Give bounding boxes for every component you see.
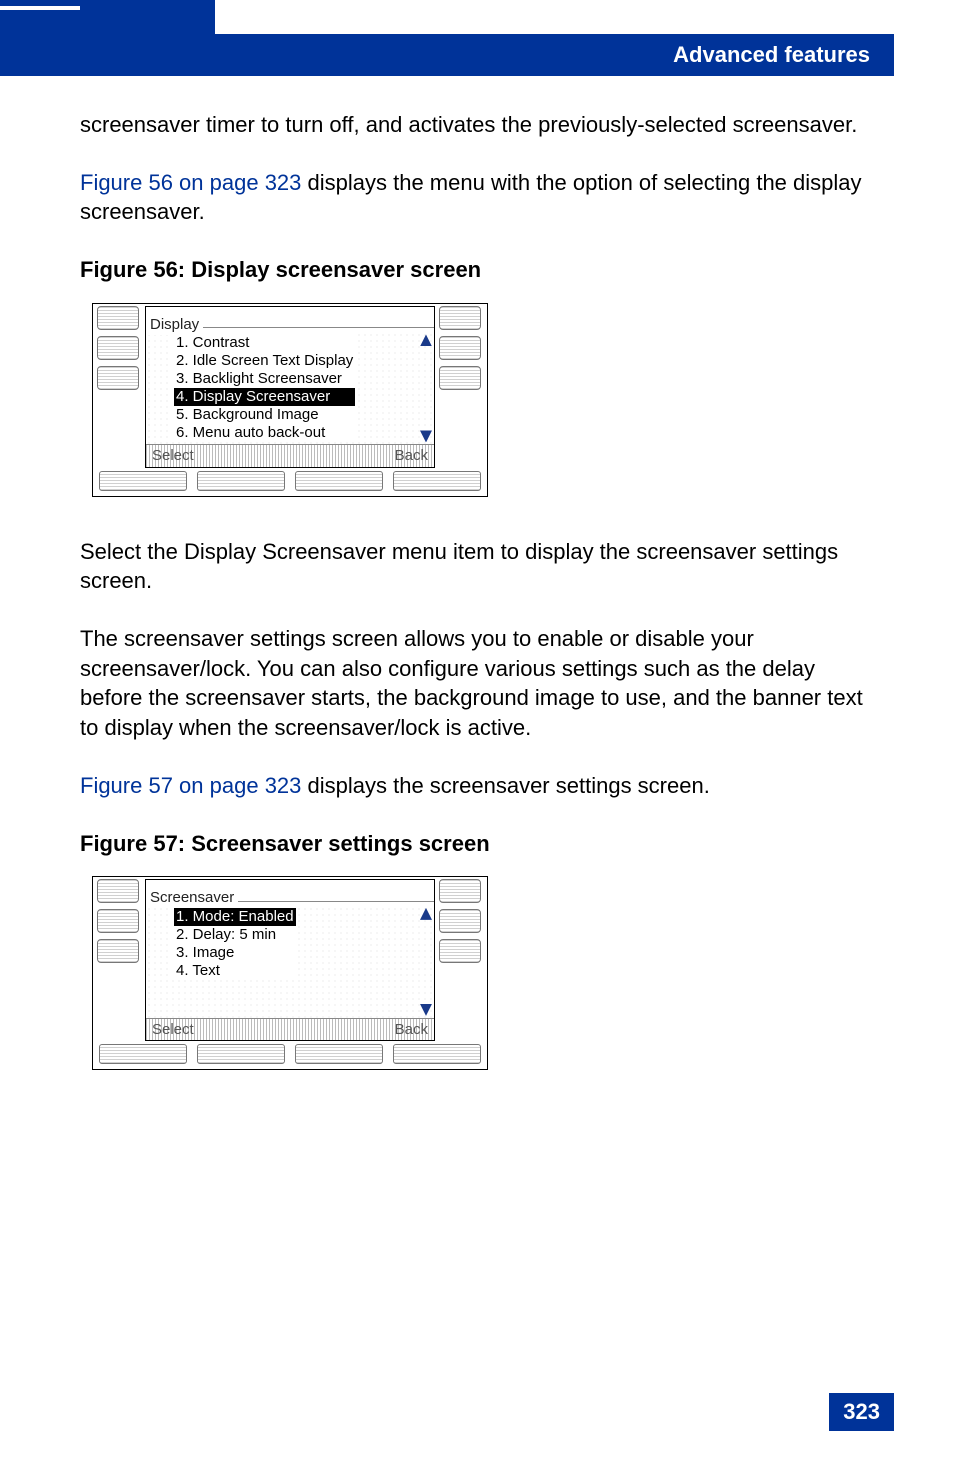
fig57-rest: displays the screensaver settings screen…: [301, 773, 709, 798]
decor-line: [0, 6, 80, 10]
softkey-shape: [97, 879, 139, 903]
softkey-shape: [439, 336, 481, 360]
page-header-title: Advanced features: [673, 42, 870, 68]
menu-item-selected[interactable]: 1. Mode: Enabled: [174, 908, 296, 926]
softkey-shape: [439, 306, 481, 330]
scroll-up-icon: [420, 334, 432, 346]
right-softkeys: [439, 306, 483, 390]
fig56-reference-paragraph: Figure 56 on page 323 displays the menu …: [80, 168, 882, 227]
mid-paragraph-1: Select the Display Screensaver menu item…: [80, 537, 882, 596]
intro-paragraph-1: screensaver timer to turn off, and activ…: [80, 110, 882, 140]
softkey-bar: Select Back: [146, 1018, 434, 1040]
right-softkeys: [439, 879, 483, 963]
softkey-shape: [439, 879, 481, 903]
softkey-shape: [97, 939, 139, 963]
softkey-shape: [197, 471, 285, 491]
figure-57-title: Figure 57: Screensaver settings screen: [80, 829, 882, 859]
page-number: 323: [829, 1393, 894, 1431]
bottom-keys: [99, 1044, 481, 1064]
softkey-shape: [439, 366, 481, 390]
softkey-shape: [97, 366, 139, 390]
scroll-up-icon: [420, 908, 432, 920]
softkey-shape: [99, 1044, 187, 1064]
menu-item[interactable]: 6. Menu auto back-out: [174, 424, 355, 442]
fig56-link[interactable]: Figure 56 on page 323: [80, 170, 301, 195]
softkey-shape: [99, 471, 187, 491]
scroll-down-icon: [420, 1004, 432, 1016]
mid-paragraph-2: The screensaver settings screen allows y…: [80, 624, 882, 743]
menu-item-selected[interactable]: 4. Display Screensaver: [174, 388, 355, 406]
softkey-back[interactable]: Back: [395, 446, 428, 466]
bottom-keys: [99, 471, 481, 491]
softkey-shape: [97, 909, 139, 933]
softkey-shape: [439, 939, 481, 963]
menu-item[interactable]: 5. Background Image: [174, 406, 355, 424]
menu-item[interactable]: 2. Idle Screen Text Display: [174, 352, 355, 370]
screensaver-screen: Screensaver 1. Mode: Enabled 2. Delay: 5…: [145, 879, 435, 1041]
figure-56-image: Display 1. Contrast 2. Idle Screen Text …: [92, 303, 488, 497]
screen-title: Screensaver: [146, 887, 238, 908]
softkey-shape: [97, 306, 139, 330]
figure-56-title: Figure 56: Display screensaver screen: [80, 255, 882, 285]
fig57-reference-paragraph: Figure 57 on page 323 displays the scree…: [80, 771, 882, 801]
softkey-shape: [393, 471, 481, 491]
softkey-shape: [197, 1044, 285, 1064]
menu-item[interactable]: 3. Backlight Screensaver: [174, 370, 355, 388]
page-header: Advanced features: [215, 34, 894, 76]
softkey-select[interactable]: Select: [152, 446, 194, 466]
left-softkeys: [97, 306, 141, 390]
menu-item[interactable]: 2. Delay: 5 min: [174, 926, 296, 944]
content-area: screensaver timer to turn off, and activ…: [80, 110, 882, 1110]
softkey-shape: [295, 471, 383, 491]
softkey-shape: [439, 909, 481, 933]
menu-item[interactable]: 4. Text: [174, 962, 296, 980]
softkey-select[interactable]: Select: [152, 1020, 194, 1040]
screen-title: Display: [146, 314, 203, 335]
figure-57-image: Screensaver 1. Mode: Enabled 2. Delay: 5…: [92, 876, 488, 1070]
left-softkeys: [97, 879, 141, 963]
scroll-down-icon: [420, 430, 432, 442]
fig57-link[interactable]: Figure 57 on page 323: [80, 773, 301, 798]
softkey-bar: Select Back: [146, 444, 434, 466]
softkey-back[interactable]: Back: [395, 1020, 428, 1040]
menu-item[interactable]: 1. Contrast: [174, 334, 355, 352]
decor-block: [0, 0, 215, 76]
display-screen: Display 1. Contrast 2. Idle Screen Text …: [145, 306, 435, 468]
softkey-shape: [393, 1044, 481, 1064]
softkey-shape: [295, 1044, 383, 1064]
softkey-shape: [97, 336, 139, 360]
menu-item[interactable]: 3. Image: [174, 944, 296, 962]
